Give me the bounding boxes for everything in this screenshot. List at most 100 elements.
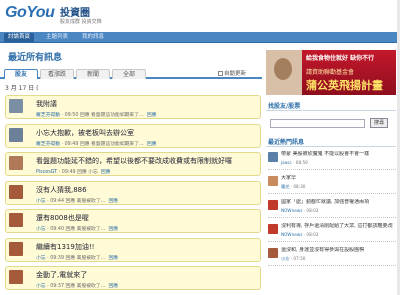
latest-item[interactable]: 帶蒙 美股被砍魔鬼 不能以股會不會一樣 jaasc · 08:59 xyxy=(268,150,396,170)
latest-item-user[interactable]: 羅芝 xyxy=(281,184,289,189)
latest-item-user[interactable]: jaasc xyxy=(281,160,292,165)
reply-link[interactable]: 回應 xyxy=(108,199,118,204)
latest-item[interactable]: 還沒和, 身運並沒有得參與在設股團棋 小忘 · 07:50 xyxy=(268,246,396,266)
latest-item[interactable]: 國家「處」勤都忙就議, 加強普權通兩項 NOWnews · 08:03 xyxy=(268,198,396,218)
message-text: 小忘大抱歉，被老板叫去辦公室 xyxy=(36,128,134,137)
message-time: 09:49 xyxy=(64,141,79,147)
message-item: 我附議羅芝芬得動 · 09:50 回應 看盤題這功能如期來了… 回應 xyxy=(5,95,261,119)
message-user-link[interactable]: 小忘 xyxy=(36,256,46,261)
message-item: 沒有人猜我,886 小忘 · 09:44 回應 美股被砍了… 回應 xyxy=(5,180,261,205)
reply-link[interactable]: 回應 xyxy=(108,227,118,232)
latest-item-meta: NOWnews · 08:03 xyxy=(281,208,319,213)
latest-item-time: 08:03 xyxy=(306,232,319,237)
message-context[interactable]: 回應 美股被砍了… xyxy=(66,199,106,204)
latest-item-time: 08:30 xyxy=(293,184,306,189)
message-meta: 羅芝芬得動 · 09:50 回應 看盤題這功能如期來了… 回應 xyxy=(36,113,157,118)
avatar[interactable] xyxy=(9,99,23,113)
latest-section-title: 最近熱門訊息 xyxy=(268,139,305,146)
message-context[interactable]: 回應 小忘 xyxy=(77,170,98,175)
message-context[interactable]: 回應 美股被砍了… xyxy=(66,227,106,232)
message-user-link[interactable]: 小忘 xyxy=(36,227,46,232)
latest-item-time: 08:03 xyxy=(306,208,319,213)
message-user-link[interactable]: 羅芝芬得動 xyxy=(36,113,60,118)
reply-link[interactable]: 回應 xyxy=(147,113,157,118)
avatar[interactable] xyxy=(9,241,23,256)
avatar[interactable] xyxy=(9,213,23,227)
reply-link[interactable]: 回應 xyxy=(108,256,118,261)
nav-topic-list[interactable]: 主題列表 xyxy=(42,33,72,42)
ad-portrait-image xyxy=(266,50,302,95)
tab-all[interactable]: 全部 xyxy=(112,69,146,79)
message-item: 繼續有1319加油!! 小忘 · 09:39 回應 美股被砍了… 回應 xyxy=(5,237,261,262)
ad-text-line2: 請資助聯勸基金會 xyxy=(306,69,355,76)
message-context[interactable]: 回應 看盤題這功能如期來了… xyxy=(80,113,144,118)
latest-item-text: 帶蒙 美股被砍魔鬼 不能以股會不會一樣 xyxy=(281,151,370,157)
date-header: 3 月 17 日 ( xyxy=(5,85,39,92)
divider xyxy=(266,146,396,147)
reply-link[interactable]: 回應 xyxy=(147,142,157,147)
latest-item-user[interactable]: NOWnews xyxy=(281,232,302,237)
latest-item[interactable]: 沒利有導, 存戶還清削配給了大眾, 這打都該離要改變借貸 NOWnews · 08… xyxy=(268,222,396,242)
latest-item-meta: 羅芝 · 08:30 xyxy=(281,184,306,189)
nav-my-messages[interactable]: 我的訊息 xyxy=(78,33,108,42)
message-meta: 小忘 · 09:37 回應 美股被砍了… 回應 xyxy=(36,284,119,289)
divider xyxy=(266,110,396,111)
avatar[interactable] xyxy=(9,270,23,284)
brand-name: 投資圈 xyxy=(60,8,90,19)
header: GoYou 投資圈 股友成群 投資交鋒 xyxy=(0,0,400,32)
avatar[interactable] xyxy=(9,184,23,199)
avatar xyxy=(268,224,278,234)
message-item: 看盤題功能延不錯的，希望以後都不要改成收費或有限制就好囉 PiscesGT · 0… xyxy=(5,152,261,176)
message-time: 09:49 xyxy=(61,170,76,175)
message-item: 還有8008也是喔 小忘 · 09:40 回應 美股被砍了… 回應 xyxy=(5,209,261,233)
message-time: 09:44 xyxy=(50,198,65,204)
auto-refresh-toggle[interactable]: 自動更新 xyxy=(218,69,246,77)
latest-item-text: 沒利有導, 存戶還清削配給了大眾, 這打都該離要改變借貸 xyxy=(281,223,393,229)
message-time: 09:50 xyxy=(64,113,79,118)
message-meta: 小忘 · 09:40 回應 美股被砍了… 回應 xyxy=(36,227,119,232)
message-context[interactable]: 回應 美股被砍了… xyxy=(66,284,106,289)
message-text: 繼續有1319加油!! xyxy=(36,242,95,251)
latest-item[interactable]: 大家早 羅芝 · 08:30 xyxy=(268,174,396,194)
ad-text-line1: 給我食物住就好 缺你不行 xyxy=(306,55,375,62)
latest-item-time: 07:50 xyxy=(293,256,306,261)
search-input[interactable] xyxy=(270,119,365,128)
avatar xyxy=(268,176,278,186)
ad-banner[interactable]: 給我食物住就好 缺你不行 請資助聯勸基金會 蒲公英飛揚計畫 xyxy=(266,50,396,95)
message-item: 小忘大抱歉，被老板叫去辦公室羅芝芬得動 · 09:49 回應 看盤題這功能如期來… xyxy=(5,123,261,148)
message-user-link[interactable]: PiscesGT xyxy=(36,170,57,175)
tab-news[interactable]: 新聞 xyxy=(76,69,110,79)
goyou-logo[interactable]: GoYou xyxy=(5,4,55,22)
search-button[interactable]: 搜尋 xyxy=(370,118,388,128)
find-section-title: 找股友/股票 xyxy=(268,103,301,110)
latest-item-meta: jaasc · 08:59 xyxy=(281,160,308,165)
latest-item-user[interactable]: NOWnews xyxy=(281,208,302,213)
page-title: 最近所有訊息 xyxy=(8,53,63,63)
avatar xyxy=(268,200,278,210)
main-nav: 討論首頁 主題列表 我的訊息 xyxy=(0,32,400,43)
message-meta: PiscesGT · 09:49 回應 小忘 回應 xyxy=(36,170,111,175)
latest-item-text: 還沒和, 身運並沒有得參與在設股團棋 xyxy=(281,247,365,253)
latest-item-text: 國家「處」勤都忙就議, 加強普權通兩項 xyxy=(281,199,370,205)
reply-link[interactable]: 回應 xyxy=(108,284,118,289)
latest-item-user[interactable]: 小忘 xyxy=(281,256,289,261)
latest-item-meta: 小忘 · 07:50 xyxy=(281,256,306,261)
avatar[interactable] xyxy=(9,156,23,170)
message-time: 09:39 xyxy=(50,255,65,261)
message-user-link[interactable]: 羅芝芬得動 xyxy=(36,142,60,147)
latest-item-time: 08:59 xyxy=(295,160,308,165)
tab-trends[interactable]: 看漲跌 xyxy=(40,69,74,79)
message-meta: 羅芝芬得動 · 09:49 回應 看盤題這功能如期來了… 回應 xyxy=(36,141,157,147)
checkbox-icon[interactable] xyxy=(218,71,223,76)
message-text: 我附議 xyxy=(36,100,57,108)
tab-friends[interactable]: 股友 xyxy=(4,69,38,79)
reply-link[interactable]: 回應 xyxy=(101,170,111,175)
avatar[interactable] xyxy=(9,127,23,142)
message-text: 金動了,電就來了 xyxy=(36,271,88,279)
message-user-link[interactable]: 小忘 xyxy=(36,199,46,204)
nav-discussion-home[interactable]: 討論首頁 xyxy=(4,33,35,42)
message-meta: 小忘 · 09:44 回應 美股被砍了… 回應 xyxy=(36,198,119,204)
message-context[interactable]: 回應 美股被砍了… xyxy=(66,256,106,261)
message-context[interactable]: 回應 看盤題這功能如期來了… xyxy=(80,142,144,147)
message-user-link[interactable]: 小忘 xyxy=(36,284,46,289)
